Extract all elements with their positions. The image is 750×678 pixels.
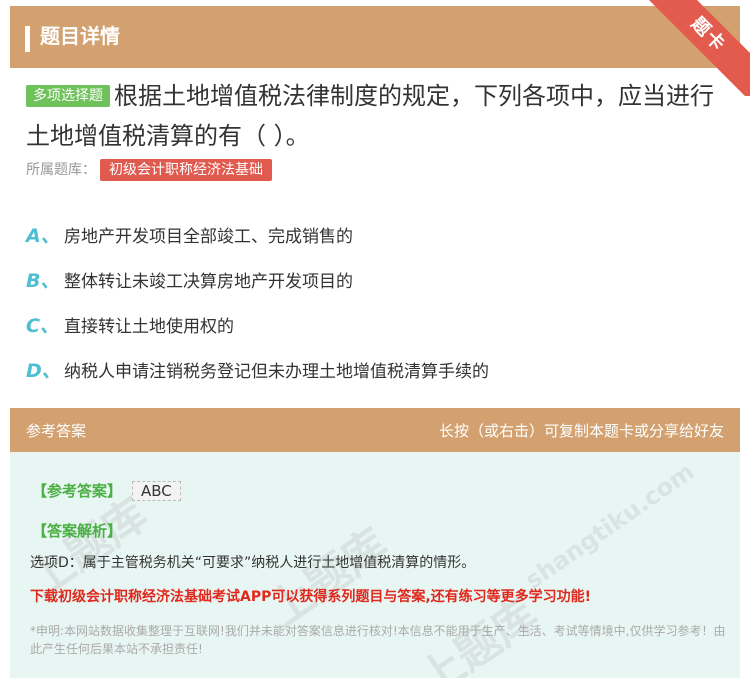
option-text: 纳税人申请注销税务登记但未办理土地增值税清算手续的 [64,362,489,382]
option-letter: A、 [26,225,60,247]
page-title: 题目详情 [40,24,120,48]
bank-tag[interactable]: 初级会计职称经济法基础 [100,159,272,181]
option-text: 房地产开发项目全部竣工、完成销售的 [64,227,353,247]
answer-bar: 参考答案 长按（或右击）可复制本题卡或分享给好友 [10,408,740,452]
options-list: A、 房地产开发项目全部竣工、完成销售的 B、 整体转让未竣工决算房地产开发项目… [26,212,489,392]
option-letter: D、 [26,360,61,382]
share-hint: 长按（或右击）可复制本题卡或分享给好友 [438,422,724,440]
explanation-label: 【答案解析】 [32,522,123,540]
reference-answer: 【参考答案】 ABC [32,480,181,501]
option-text: 整体转让未竣工决算房地产开发项目的 [64,272,353,292]
watermark: shangtiku.com [520,457,700,595]
option-letter: B、 [26,270,60,292]
option-c[interactable]: C、 直接转让土地使用权的 [26,302,489,347]
header-bar: 题目详情 [10,6,740,68]
watermark: 上题库 [259,518,398,637]
answer-value: ABC [132,481,181,501]
answer-label: 【参考答案】 [32,482,123,500]
app-promo-link[interactable]: 下载初级会计职称经济法基础考试APP可以获得系列题目与答案,还有练习等更多学习功… [30,586,591,606]
question-block: 多项选择题 根据土地增值税法律制度的规定，下列各项中，应当进行土地增值税清算的有（… [26,76,726,156]
disclaimer: *申明:本网站数据收集整理于互联网!我们并未能对答案信息进行核对!本信息不能用于… [30,624,726,656]
option-a[interactable]: A、 房地产开发项目全部竣工、完成销售的 [26,212,489,257]
answer-bar-title: 参考答案 [26,422,87,440]
bank-label: 所属题库： [26,162,96,178]
option-b[interactable]: B、 整体转让未竣工决算房地产开发项目的 [26,257,489,302]
question-bank: 所属题库： 初级会计职称经济法基础 [26,158,272,182]
question-text: 根据土地增值税法律制度的规定，下列各项中，应当进行土地增值税清算的有（ ）。 [26,82,714,150]
option-d[interactable]: D、 纳税人申请注销税务登记但未办理土地增值税清算手续的 [26,347,489,392]
answer-panel: 上题库 上题库 shangtiku.com 上题库 【参考答案】 ABC 【答案解… [10,452,740,678]
option-letter: C、 [26,315,59,337]
explanation-text: 选项D：属于主管税务机关“可要求”纳税人进行土地增值税清算的情形。 [30,555,476,571]
option-text: 直接转让土地使用权的 [64,317,234,337]
header-accent [25,26,30,52]
question-type-badge: 多项选择题 [26,85,110,107]
